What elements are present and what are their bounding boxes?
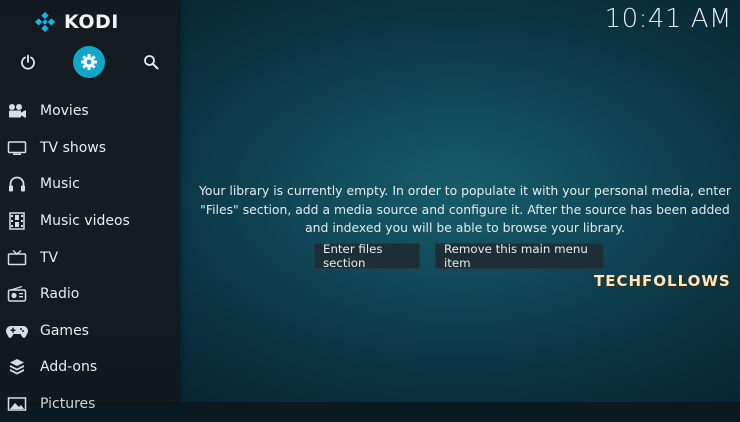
clock: 10:41 AM [604,4,732,34]
empty-library-message: Your library is currently empty. In orde… [199,183,731,235]
settings-icon[interactable] [73,46,105,78]
sidebar-item-label: Movies [40,103,89,120]
addons-icon [6,357,28,377]
enter-files-section-button[interactable]: Enter files section [314,242,420,270]
sidebar-item-games[interactable]: Games [0,313,178,350]
kodi-logo: KODI [34,10,119,34]
sidebar-item-label: Games [40,322,89,339]
sidebar-item-label: Music [40,176,80,193]
power-icon[interactable] [12,46,44,78]
sidebar-item-tv[interactable]: TV [0,239,178,276]
sidebar-item-add-ons[interactable]: Add-ons [0,349,178,386]
sidebar-item-music[interactable]: Music [0,166,178,203]
sidebar-item-radio[interactable]: Radio [0,276,178,313]
sidebar-item-label: TV shows [40,139,107,156]
sidebar-item-pictures[interactable]: Pictures [0,386,178,422]
gamepad-icon [6,321,28,341]
movie-camera-icon [6,101,28,121]
search-icon[interactable] [135,46,167,78]
tv-antenna-icon [6,248,28,268]
film-strip-icon [6,211,28,231]
kodi-logo-text: KODI [64,11,119,33]
top-icon-bar [0,46,178,78]
sidebar-menu: Movies TV shows Music Music videos TV Ra… [0,93,178,422]
sidebar: KODI Movies TV shows Music Music videos … [0,0,178,412]
radio-icon [6,284,28,304]
sidebar-item-label: Pictures [40,396,96,413]
sidebar-item-movies[interactable]: Movies [0,93,178,130]
sidebar-item-music-videos[interactable]: Music videos [0,203,178,240]
picture-icon [6,394,28,414]
headphones-icon [6,174,28,194]
kodi-logo-icon [34,11,56,33]
sidebar-item-label: Add-ons [40,359,98,376]
remove-menu-item-button[interactable]: Remove this main menu item [435,242,604,270]
sidebar-item-label: TV [40,249,59,266]
sidebar-item-label: Music videos [40,213,130,230]
techfollows-watermark: TECHFOLLOWS [594,272,731,290]
tv-icon [6,138,28,158]
sidebar-item-label: Radio [40,286,80,303]
sidebar-item-tv-shows[interactable]: TV shows [0,130,178,167]
